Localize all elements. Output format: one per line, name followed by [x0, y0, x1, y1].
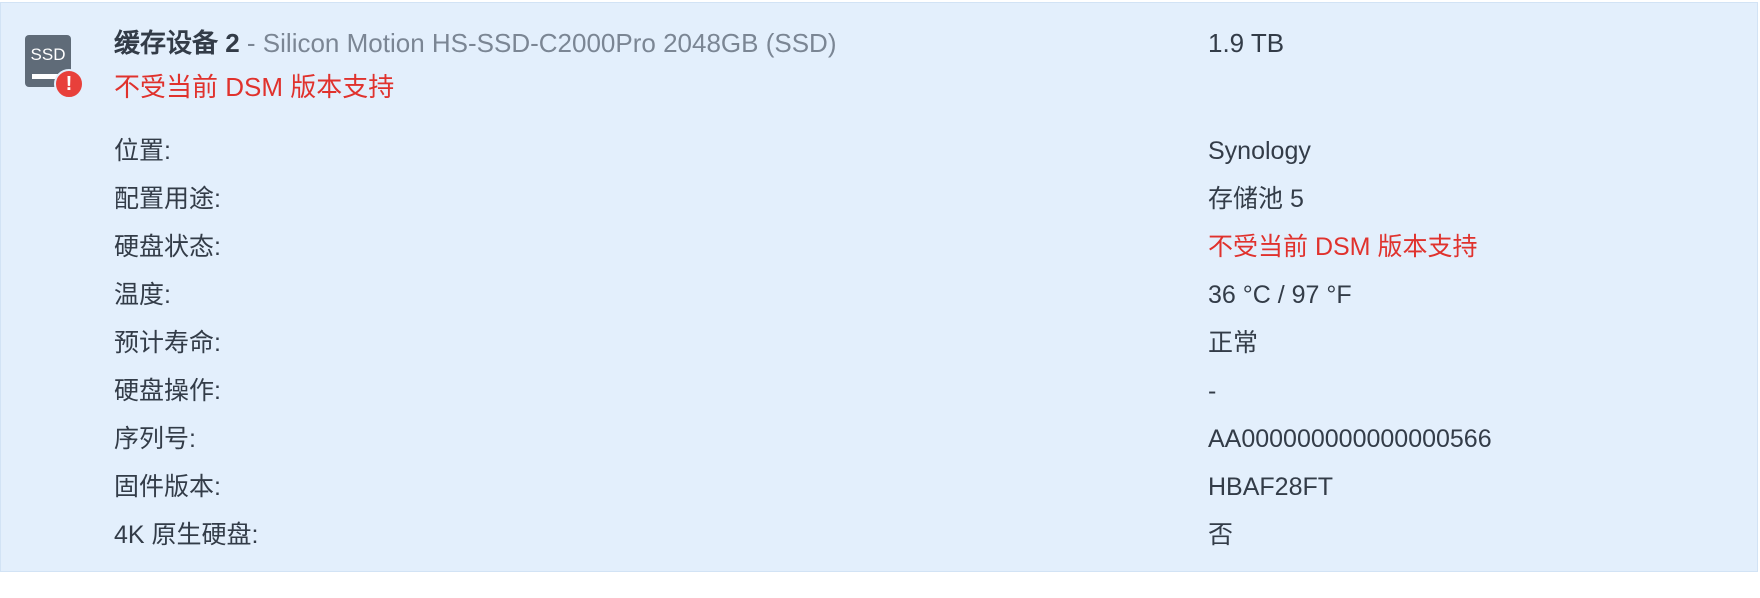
detail-row-operation: 硬盘操作: - [114, 373, 1714, 421]
detail-value: HBAF28FT [1208, 473, 1334, 501]
detail-row-serial: 序列号: AA000000000000000566 [114, 421, 1714, 469]
detail-value: 不受当前 DSM 版本支持 [1208, 233, 1478, 261]
detail-label: 配置用途: [114, 185, 221, 213]
ssd-drive-icon-wrapper: SSD ! [25, 35, 89, 105]
detail-label: 4K 原生硬盘: [114, 521, 259, 549]
detail-row-lifespan: 预计寿命: 正常 [114, 325, 1714, 373]
detail-row-firmware: 固件版本: HBAF28FT [114, 469, 1714, 517]
device-model: Silicon Motion HS-SSD-C2000Pro 2048GB (S… [262, 28, 837, 58]
detail-value: Synology [1208, 137, 1311, 165]
device-details: 位置: Synology 配置用途: 存储池 5 硬盘状态: 不受当前 DSM … [114, 133, 1714, 565]
warning-icon: ! [54, 69, 84, 99]
device-name: 缓存设备 2 [114, 28, 240, 58]
detail-value: 36 °C / 97 °F [1208, 281, 1352, 309]
device-status: 不受当前 DSM 版本支持 [114, 72, 395, 102]
detail-value: 否 [1208, 521, 1234, 549]
detail-row-usage: 配置用途: 存储池 5 [114, 181, 1714, 229]
cache-device-panel[interactable]: SSD ! 缓存设备 2 - Silicon Motion HS-SSD-C20… [0, 2, 1758, 572]
detail-label: 序列号: [114, 425, 196, 453]
title-separator: - [239, 28, 263, 58]
detail-label: 固件版本: [114, 473, 221, 501]
detail-label: 硬盘状态: [114, 233, 221, 261]
detail-row-4k-native: 4K 原生硬盘: 否 [114, 517, 1714, 565]
detail-label: 温度: [114, 281, 171, 309]
detail-label: 位置: [114, 137, 171, 165]
detail-value: 存储池 5 [1208, 185, 1304, 213]
detail-value: AA000000000000000566 [1208, 425, 1492, 453]
ssd-icon-text: SSD [31, 45, 66, 64]
detail-value: 正常 [1208, 329, 1259, 357]
detail-row-drive-status: 硬盘状态: 不受当前 DSM 版本支持 [114, 229, 1714, 277]
detail-row-location: 位置: Synology [114, 133, 1714, 181]
detail-value: - [1208, 377, 1217, 405]
detail-label: 预计寿命: [114, 329, 221, 357]
detail-row-temperature: 温度: 36 °C / 97 °F [114, 277, 1714, 325]
device-capacity: 1.9 TB [1208, 28, 1285, 58]
detail-label: 硬盘操作: [114, 377, 221, 405]
device-title: 缓存设备 2 - Silicon Motion HS-SSD-C2000Pro … [114, 25, 836, 61]
